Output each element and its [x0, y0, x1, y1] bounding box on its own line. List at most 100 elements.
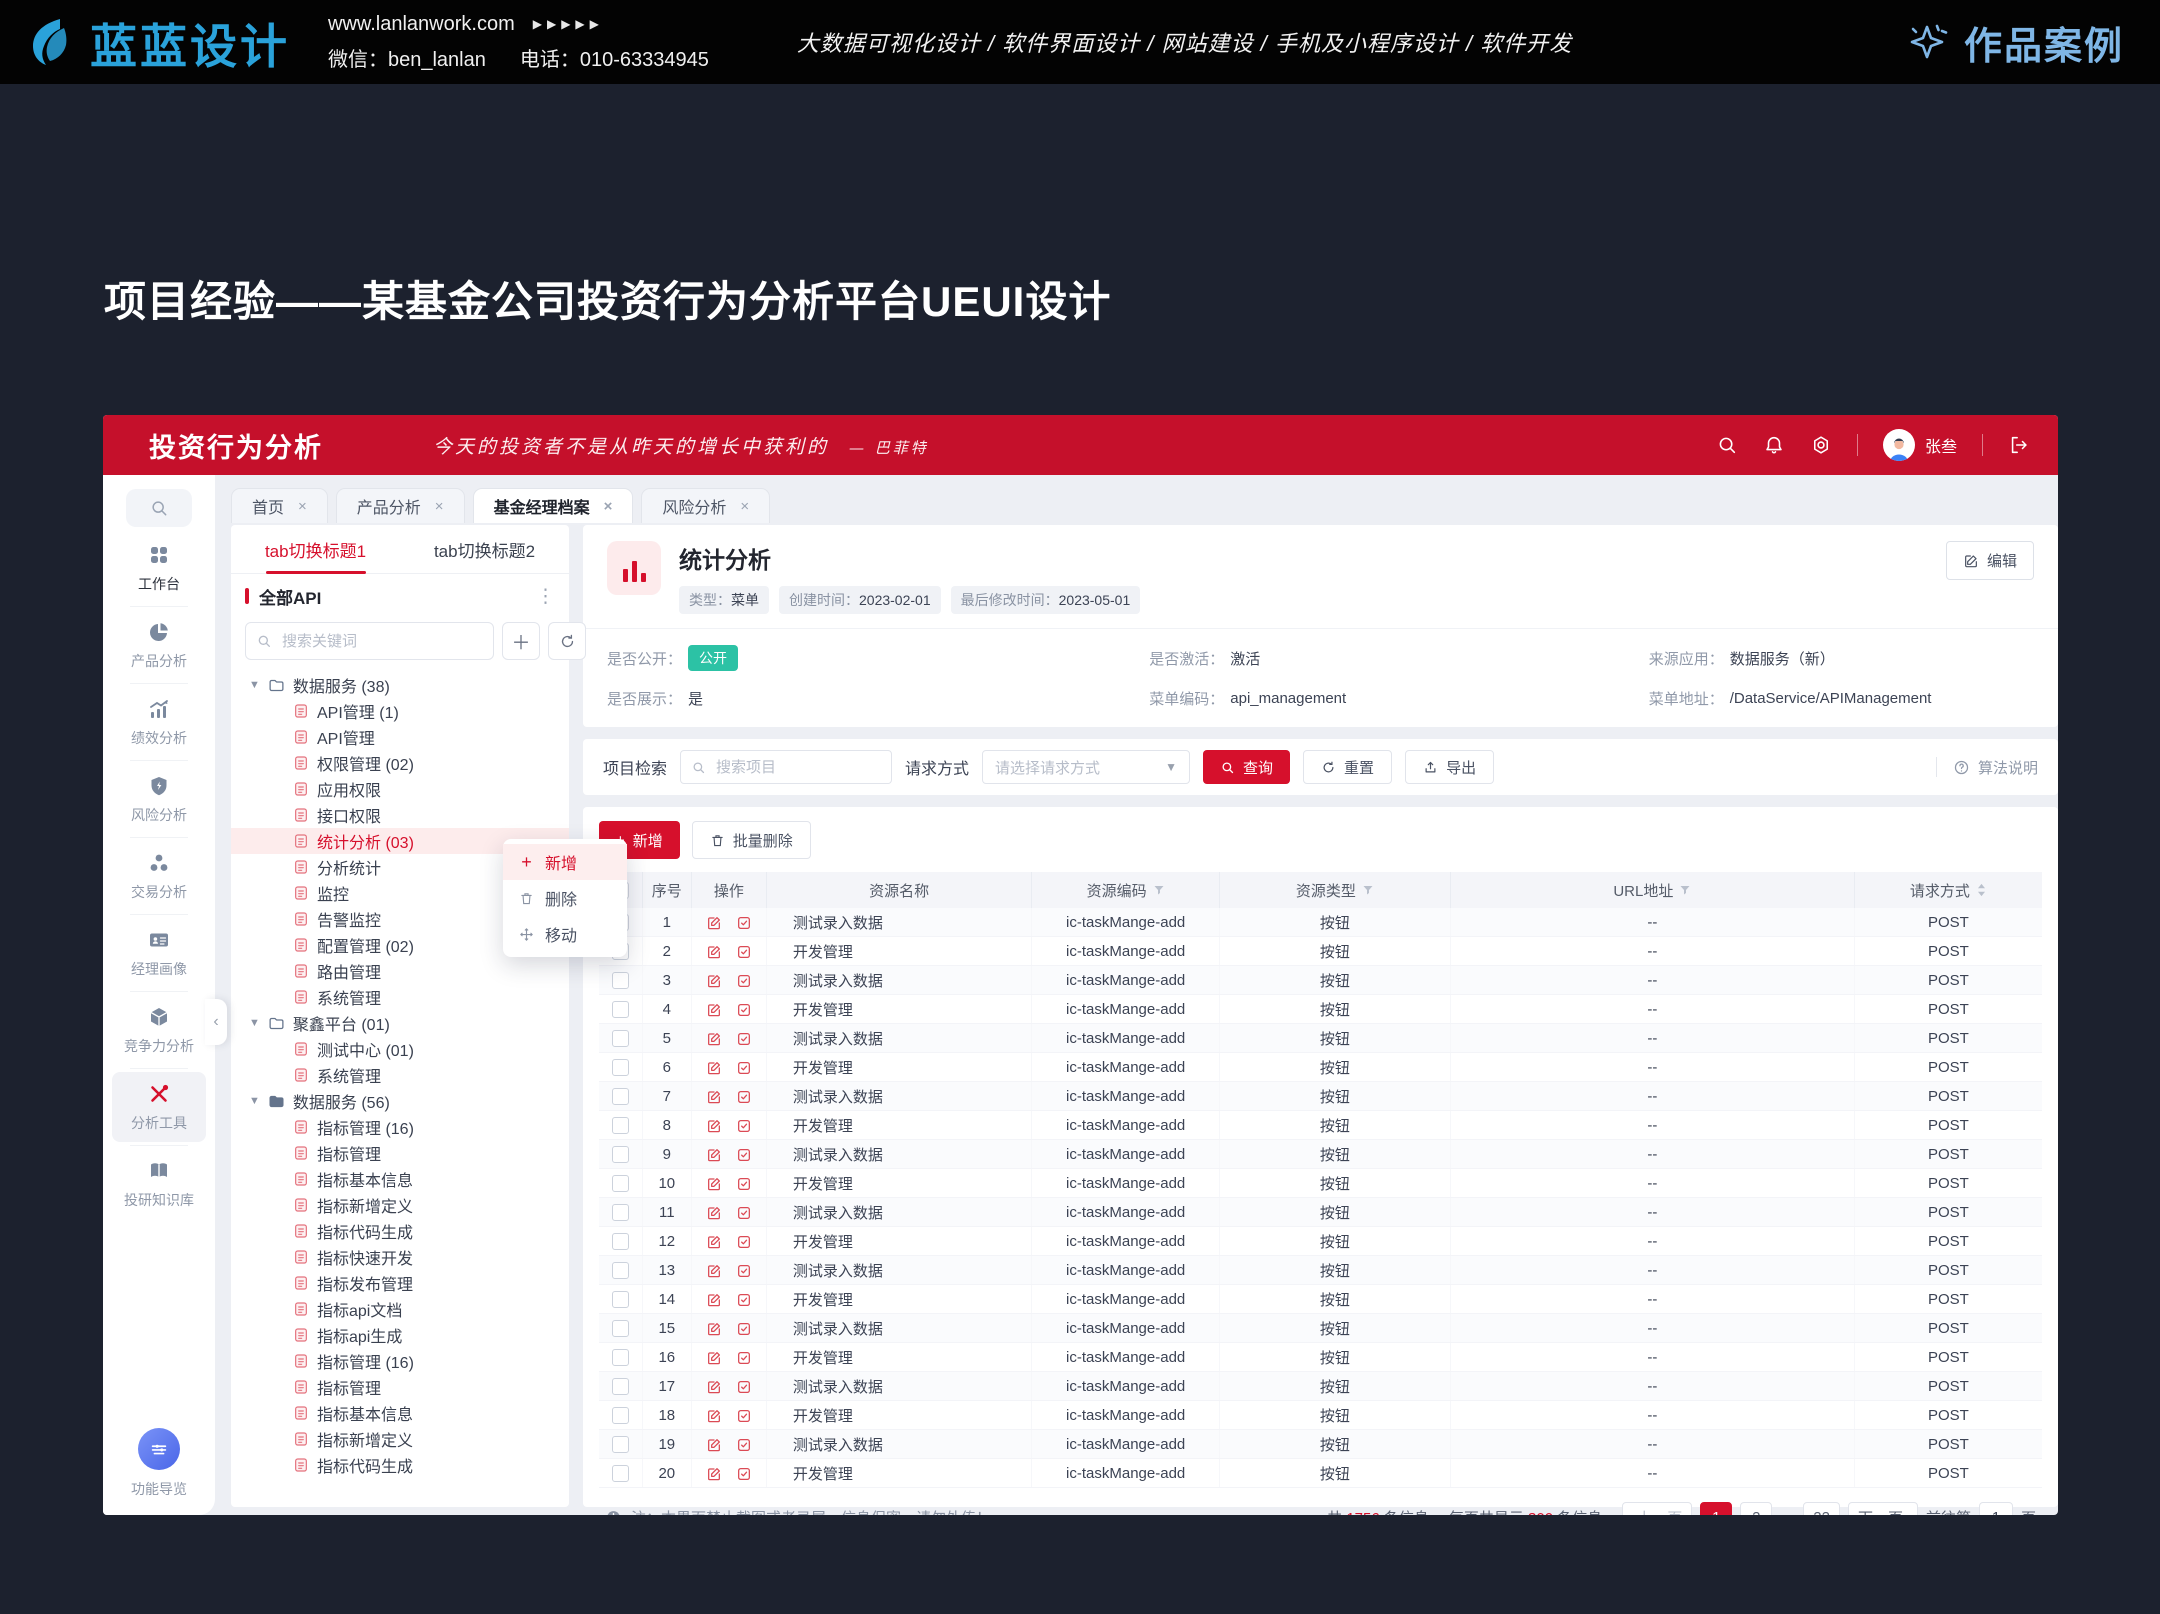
edit-row-icon[interactable] [706, 1234, 722, 1250]
close-icon[interactable]: × [298, 498, 307, 515]
more-vertical-icon[interactable]: ⋮ [536, 585, 555, 608]
approve-row-icon[interactable] [736, 1060, 752, 1076]
tree-search-input[interactable] [280, 632, 483, 651]
tree-item[interactable]: ▼ 指标代码生成 [231, 1218, 569, 1244]
tab-risk-analysis[interactable]: 风险分析 × [641, 488, 770, 523]
tree-item[interactable]: ▼ 指标代码生成 [231, 1452, 569, 1478]
bell-icon[interactable] [1763, 434, 1785, 456]
edit-row-icon[interactable] [706, 1176, 722, 1192]
row-checkbox[interactable] [612, 1030, 629, 1047]
user-menu[interactable]: 张叁 [1883, 429, 1957, 461]
approve-row-icon[interactable] [736, 1437, 752, 1453]
tree-item[interactable]: ▼ API管理 [231, 724, 569, 750]
edit-button[interactable]: 编辑 [1946, 541, 2034, 580]
portfolio-link[interactable]: 作品案例 [1904, 15, 2124, 70]
approve-row-icon[interactable] [736, 1002, 752, 1018]
approve-row-icon[interactable] [736, 1234, 752, 1250]
row-checkbox[interactable] [612, 1175, 629, 1192]
row-checkbox[interactable] [612, 972, 629, 989]
approve-row-icon[interactable] [736, 1408, 752, 1424]
tree-item[interactable]: ▼ 指标api生成 [231, 1322, 569, 1348]
tree-item[interactable]: ▼ 指标新增定义 [231, 1426, 569, 1452]
row-checkbox[interactable] [612, 1436, 629, 1453]
goto-page-input[interactable] [1979, 1502, 2013, 1515]
sidebar-item-feature-tour[interactable]: 功能导览 [131, 1428, 187, 1499]
sidebar-item-performance-analysis[interactable]: 绩效分析 [112, 687, 206, 757]
add-node-button[interactable]: ＋ [502, 622, 540, 660]
approve-row-icon[interactable] [736, 944, 752, 960]
prev-page-button[interactable]: ‹ 上一页 [1622, 1502, 1692, 1515]
tree-tab-2[interactable]: tab切换标题2 [400, 525, 569, 573]
sort-icon[interactable] [1976, 883, 1987, 897]
approve-row-icon[interactable] [736, 1118, 752, 1134]
sidebar-item-analysis-tools[interactable]: 分析工具 [112, 1072, 206, 1142]
approve-row-icon[interactable] [736, 915, 752, 931]
tree-item[interactable]: ▼ 接口权限 [231, 802, 569, 828]
approve-row-icon[interactable] [736, 1321, 752, 1337]
tab-fund-manager-archive[interactable]: 基金经理档案 × [473, 488, 634, 523]
sidebar-item-manager-profile[interactable]: 经理画像 [112, 918, 206, 988]
project-search-input[interactable] [714, 758, 881, 777]
edit-row-icon[interactable] [706, 915, 722, 931]
row-checkbox[interactable] [612, 1059, 629, 1076]
export-button[interactable]: 导出 [1405, 750, 1494, 784]
context-menu-delete[interactable]: 删除 [503, 880, 627, 916]
sidebar-item-risk-analysis[interactable]: 风险分析 [112, 764, 206, 834]
edit-row-icon[interactable] [706, 1437, 722, 1453]
sidebar-collapse-handle[interactable]: ‹ [205, 999, 227, 1045]
edit-row-icon[interactable] [706, 1292, 722, 1308]
row-checkbox[interactable] [612, 1117, 629, 1134]
context-menu-add[interactable]: + 新增 [503, 844, 627, 880]
row-checkbox[interactable] [612, 1088, 629, 1105]
row-checkbox[interactable] [612, 1233, 629, 1250]
tab-product-analysis[interactable]: 产品分析 × [336, 488, 465, 523]
filter-funnel-icon[interactable] [1362, 884, 1374, 896]
row-checkbox[interactable] [612, 1320, 629, 1337]
approve-row-icon[interactable] [736, 1466, 752, 1482]
tree-item[interactable]: ▼ 指标基本信息 [231, 1166, 569, 1192]
row-checkbox[interactable] [612, 1378, 629, 1395]
edit-row-icon[interactable] [706, 944, 722, 960]
row-checkbox[interactable] [612, 1001, 629, 1018]
row-checkbox[interactable] [612, 1146, 629, 1163]
tree-item[interactable]: ▼ 指标新增定义 [231, 1192, 569, 1218]
site-logo[interactable]: 蓝蓝设计 [26, 8, 290, 77]
reset-button[interactable]: 重置 [1303, 750, 1392, 784]
edit-row-icon[interactable] [706, 1205, 722, 1221]
approve-row-icon[interactable] [736, 1147, 752, 1163]
approve-row-icon[interactable] [736, 973, 752, 989]
next-page-button[interactable]: 下一页 › [1848, 1502, 1918, 1515]
tree-tab-1[interactable]: tab切换标题1 [231, 525, 400, 573]
row-checkbox[interactable] [612, 1262, 629, 1279]
batch-delete-button[interactable]: 批量删除 [692, 821, 811, 859]
row-checkbox[interactable] [612, 1465, 629, 1482]
tree-item[interactable]: ▼ 系统管理 [231, 1062, 569, 1088]
sidebar-search-button[interactable] [126, 489, 192, 527]
tree-item[interactable]: ▼ 聚鑫平台 (01) [231, 1010, 569, 1036]
tree-item[interactable]: ▼ 路由管理 [231, 958, 569, 984]
sidebar-item-trade-analysis[interactable]: 交易分析 [112, 841, 206, 911]
page-1-button[interactable]: 1 [1700, 1502, 1732, 1515]
approve-row-icon[interactable] [736, 1379, 752, 1395]
edit-row-icon[interactable] [706, 1263, 722, 1279]
search-icon[interactable] [1716, 434, 1738, 456]
site-url[interactable]: www.lanlanwork.com [328, 13, 515, 36]
sidebar-item-competitiveness[interactable]: 竞争力分析 [112, 995, 206, 1065]
close-icon[interactable]: × [604, 498, 613, 515]
method-select[interactable]: 请选择请求方式 ▼ [982, 750, 1190, 784]
sidebar-item-workbench[interactable]: 工作台 [112, 533, 206, 603]
approve-row-icon[interactable] [736, 1292, 752, 1308]
close-icon[interactable]: × [435, 498, 444, 515]
context-menu-move[interactable]: 移动 [503, 916, 627, 952]
approve-row-icon[interactable] [736, 1263, 752, 1279]
filter-funnel-icon[interactable] [1679, 884, 1691, 896]
tree-item[interactable]: ▼ 指标管理 [231, 1374, 569, 1400]
approve-row-icon[interactable] [736, 1176, 752, 1192]
sidebar-item-knowledge-base[interactable]: 投研知识库 [112, 1149, 206, 1219]
edit-row-icon[interactable] [706, 1089, 722, 1105]
tree-item[interactable]: ▼ 指标基本信息 [231, 1400, 569, 1426]
approve-row-icon[interactable] [736, 1350, 752, 1366]
tree-item[interactable]: ▼ API管理 (1) [231, 698, 569, 724]
approve-row-icon[interactable] [736, 1031, 752, 1047]
edit-row-icon[interactable] [706, 1350, 722, 1366]
